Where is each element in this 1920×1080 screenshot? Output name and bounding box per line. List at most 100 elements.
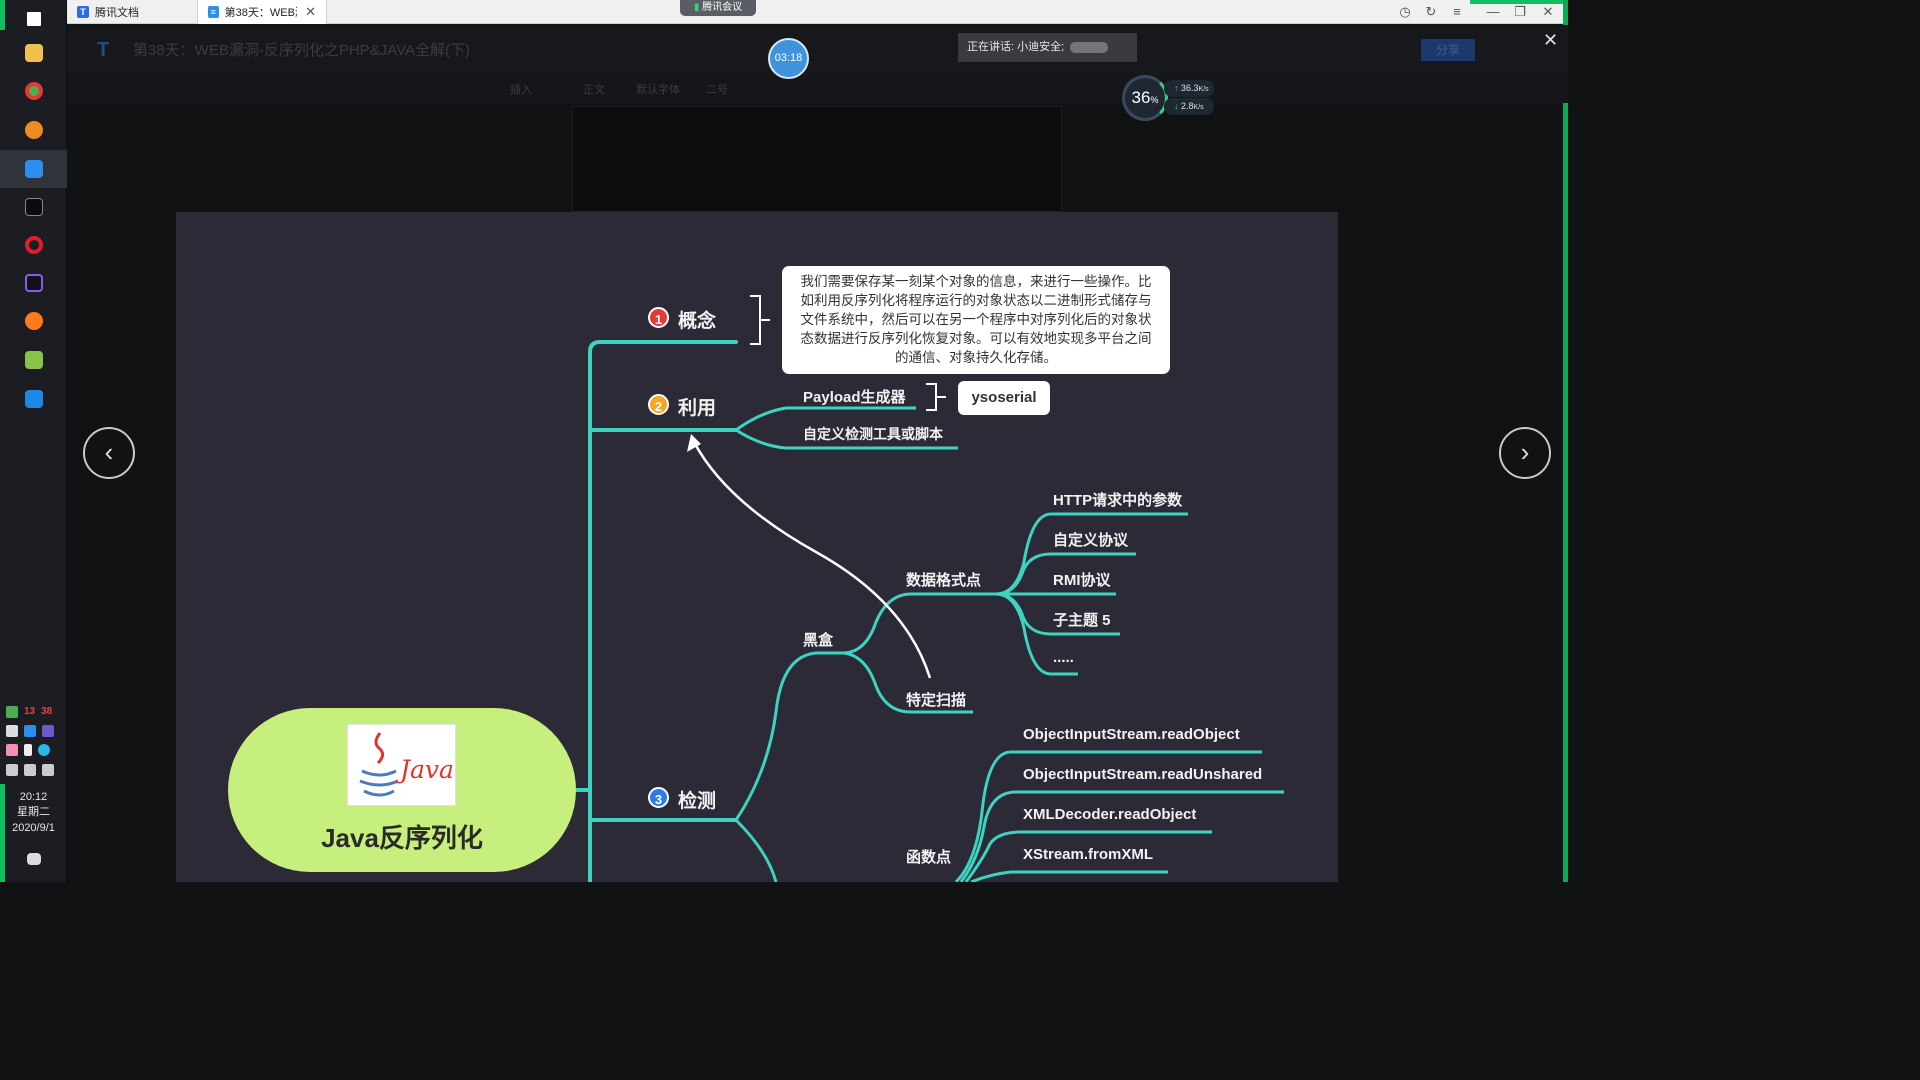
jetbrains-icon[interactable] (0, 264, 67, 302)
app-orange-icon[interactable] (0, 111, 67, 149)
clock-date[interactable]: 2020/9/1 (0, 821, 67, 836)
line-blackbox (734, 651, 844, 821)
terminal-icon[interactable] (0, 188, 67, 226)
tray-count-2: 38 (41, 706, 53, 717)
tencent-meeting-icon[interactable] (0, 380, 67, 418)
toolbar-size[interactable]: 二号 (706, 81, 728, 97)
signal-icon: ▮ (693, 2, 703, 13)
microphone-icon[interactable] (24, 744, 32, 756)
branch-detect[interactable]: 检测 (678, 786, 716, 813)
node-custom-protocol[interactable]: 自定义协议 (1053, 529, 1128, 550)
file-explorer-icon[interactable] (0, 34, 67, 72)
menu-icon[interactable] (6, 764, 18, 776)
speaker-avatar (1070, 42, 1108, 53)
screen-share-border-top-right (1470, 0, 1568, 4)
node-function-point[interactable]: 函数点 (906, 846, 951, 867)
node-subtopic-5[interactable]: 子主题 5 (1053, 609, 1111, 630)
network-monitor[interactable]: 36% ↑ 36.3K/s ↓ 2.8K/s (1122, 75, 1214, 121)
toolbar-insert[interactable]: 插入 (510, 81, 532, 97)
line-xstream (970, 870, 1168, 882)
share-button[interactable]: 分享 (1421, 39, 1475, 61)
display-icon[interactable] (42, 725, 54, 737)
restore-icon[interactable]: ❐ (1509, 2, 1531, 22)
speaking-label: 正在讲话: 小迪安全; (967, 41, 1065, 53)
cpu-gauge: 36% (1122, 75, 1168, 121)
shield-icon[interactable] (38, 744, 50, 756)
screen: 13 38 20:12 星期二 2020/9/1 T 腾讯文档 ≡ 第38天：W… (0, 0, 1568, 882)
image-viewer-slide: 1 概念 2 利用 3 检测 我们需要保存某一刻某个对象的信息，来进行一些操作。… (176, 212, 1338, 882)
node-custom-tool[interactable]: 自定义检测工具或脚本 (803, 424, 943, 444)
download-unit: K/s (1193, 104, 1204, 111)
tab-label: 腾讯文档 (95, 7, 139, 19)
node-rmi[interactable]: RMI协议 (1053, 569, 1111, 590)
meeting-badge[interactable]: ▮ 腾讯会议 (680, 0, 756, 16)
clock-time[interactable]: 20:12 (0, 790, 67, 805)
node-blackbox[interactable]: 黑盒 (803, 629, 833, 650)
badge-1: 1 (648, 307, 669, 328)
java-logo: Java (347, 724, 456, 806)
chrome-icon[interactable] (0, 72, 67, 110)
document-title[interactable]: 第38天：WEB漏洞-反序列化之PHP&JAVA全解(下) (133, 39, 470, 60)
document-tab-icon: ≡ (208, 6, 219, 18)
tray-row-3 (6, 744, 50, 756)
notification-icon[interactable] (0, 840, 67, 878)
speaking-indicator: 正在讲话: 小迪安全; (958, 33, 1137, 62)
toolbar-style[interactable]: 正文 (583, 81, 605, 97)
clock-weekday[interactable]: 星期二 (0, 805, 67, 820)
close-icon[interactable]: ✕ (305, 4, 316, 20)
node-ellipsis[interactable]: ..... (1053, 649, 1074, 666)
opera-icon[interactable] (0, 226, 67, 264)
node-readobject[interactable]: ObjectInputStream.readObject (1023, 726, 1240, 743)
node-http-params[interactable]: HTTP请求中的参数 (1053, 489, 1182, 510)
node-readunshared[interactable]: ObjectInputStream.readUnshared (1023, 766, 1262, 783)
refresh-icon[interactable]: ↻ (1420, 2, 1442, 22)
upload-value: 36.3 (1181, 83, 1199, 93)
viewer-close-icon[interactable]: ✕ (1543, 30, 1558, 51)
branch-use[interactable]: 利用 (678, 393, 716, 420)
branch-concept[interactable]: 概念 (678, 306, 716, 333)
firefox-icon[interactable] (0, 302, 67, 340)
node-data-format[interactable]: 数据格式点 (906, 569, 981, 590)
tencent-docs-tray-icon[interactable] (24, 725, 36, 737)
history-icon[interactable]: ◷ (1394, 2, 1416, 22)
node-ysoserial[interactable]: ysoserial (958, 381, 1050, 415)
line-function-up (734, 818, 778, 882)
volume-icon[interactable] (42, 764, 54, 776)
line-dataformat (843, 592, 996, 655)
tab-tencent-docs[interactable]: T 腾讯文档 (67, 0, 197, 24)
tab-lesson-38[interactable]: ≡ 第38天：WEB漏洞 ✕ (197, 0, 327, 24)
airplane-icon[interactable] (6, 725, 18, 737)
nvidia-icon[interactable] (6, 706, 18, 718)
minimize-icon[interactable]: — (1482, 2, 1504, 22)
tray-count-1: 13 (24, 706, 36, 717)
node-xstream[interactable]: XStream.fromXML (1023, 846, 1153, 863)
badge-3: 3 (648, 787, 669, 808)
window-close-icon[interactable]: ✕ (1537, 2, 1559, 22)
node-specific-scan[interactable]: 特定扫描 (906, 689, 966, 710)
screen-share-border-right (1563, 0, 1568, 882)
node-payload-generator[interactable]: Payload生成器 (803, 386, 906, 407)
tencent-docs-icon[interactable] (0, 150, 67, 188)
flower-icon[interactable] (6, 744, 18, 756)
upload-arrow-icon: ↑ (1174, 83, 1179, 93)
windows-start-icon[interactable] (0, 0, 67, 38)
payload-brace (926, 383, 946, 411)
tab-label: 第38天：WEB漏洞 (224, 7, 297, 19)
notepad-icon[interactable] (0, 341, 67, 379)
windows-taskbar: 13 38 20:12 星期二 2020/9/1 (0, 0, 67, 882)
page-thumbnail (572, 106, 1062, 212)
upload-speed: ↑ 36.3K/s (1164, 80, 1214, 97)
meeting-timer[interactable]: 03:18 (768, 38, 809, 79)
meeting-badge-label: 腾讯会议 (702, 2, 743, 13)
previous-image-button[interactable]: ‹ (83, 427, 135, 479)
document-toolbar (67, 75, 1568, 103)
document-header: T 第38天：WEB漏洞-反序列化之PHP&JAVA全解(下) 分享 (67, 25, 1568, 75)
network-icon[interactable] (24, 764, 36, 776)
download-speed: ↓ 2.8K/s (1164, 98, 1214, 115)
node-xmldecoder[interactable]: XMLDecoder.readObject (1023, 806, 1196, 823)
next-image-button[interactable]: › (1499, 427, 1551, 479)
toolbar-font[interactable]: 默认字体 (636, 81, 680, 97)
menu-icon[interactable]: ≡ (1446, 2, 1468, 22)
cpu-unit: % (1150, 95, 1159, 105)
docs-logo-icon[interactable]: T (97, 39, 109, 62)
